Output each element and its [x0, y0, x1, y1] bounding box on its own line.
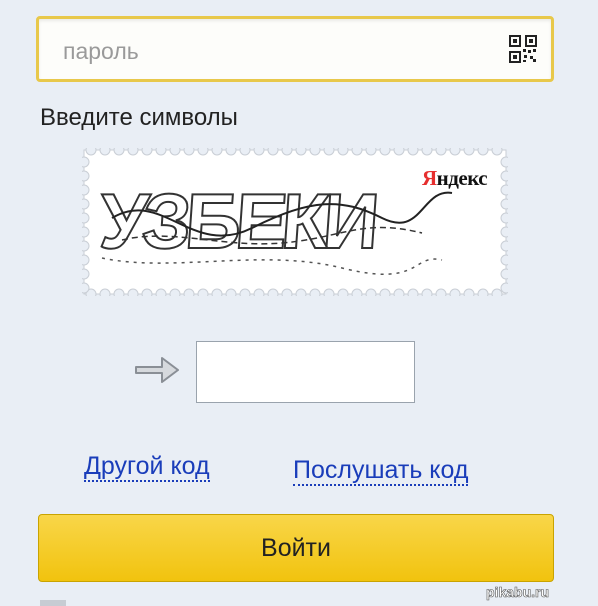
cut-off-element [40, 600, 66, 606]
captcha-text: УЗБЕКИ [96, 176, 377, 266]
password-input[interactable] [61, 33, 485, 69]
password-field-wrapper [36, 16, 554, 82]
login-button[interactable]: Войти [38, 514, 554, 582]
captcha-image: Яндекс УЗБЕКИ [82, 148, 508, 296]
login-panel: Введите символы [0, 0, 598, 606]
qr-code-icon[interactable] [509, 35, 537, 63]
captcha-label: Введите символы [40, 104, 238, 131]
arrow-right-icon [135, 357, 179, 383]
captcha-input[interactable] [196, 341, 415, 403]
listen-code-link[interactable]: Послушать код [293, 456, 469, 486]
watermark: pikabu.ru [486, 584, 550, 601]
other-code-link[interactable]: Другой код [84, 452, 210, 482]
